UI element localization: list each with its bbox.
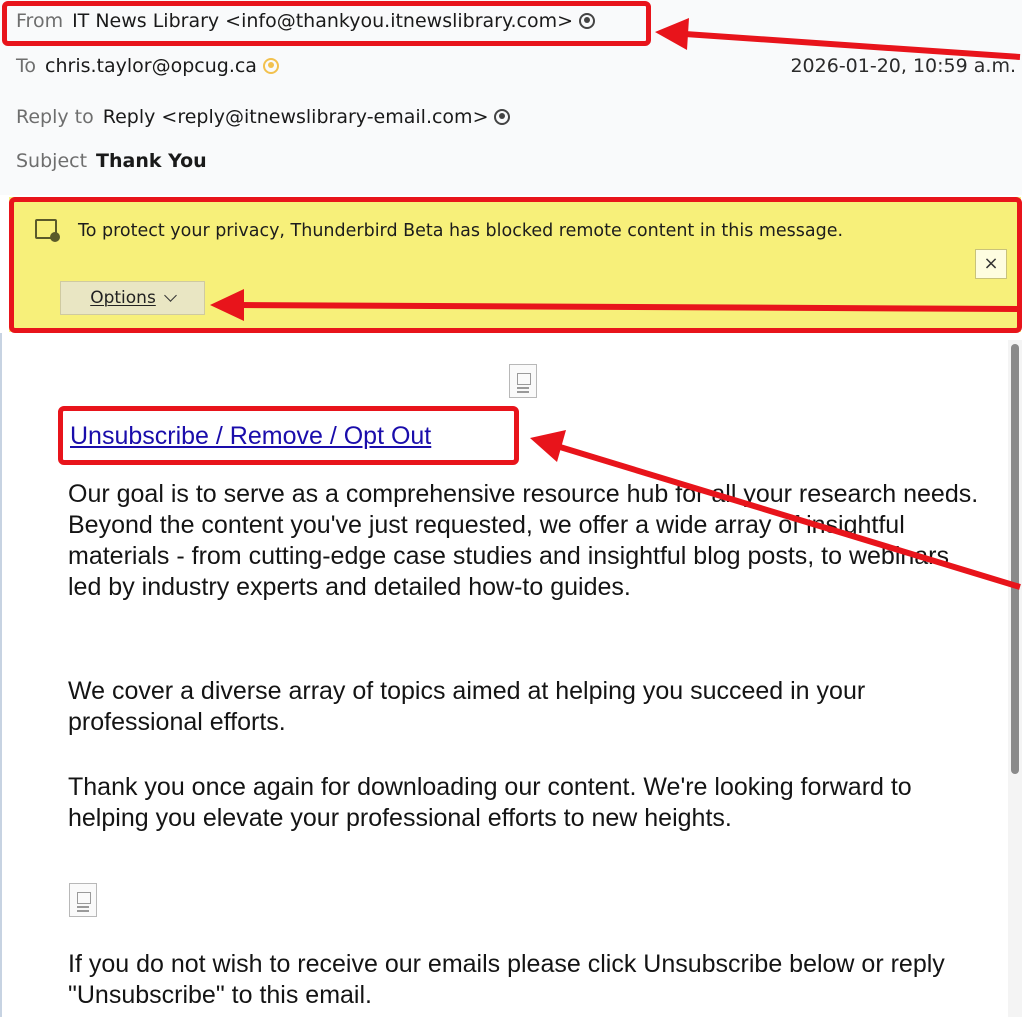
contact-icon[interactable] [579,13,596,29]
body-paragraph: If you do not wish to receive our emails… [68,950,945,1009]
to-label: To [16,55,37,77]
banner-close-button[interactable]: × [975,249,1007,279]
message-date: 2026-01-20, 10:59 a.m. [790,55,1016,77]
body-paragraph: We cover a diverse array of topics aimed… [68,677,866,736]
remote-content-banner: To protect your privacy, Thunderbird Bet… [9,197,1021,332]
image-placeholder-icon [509,364,537,398]
contact-icon[interactable] [262,58,279,74]
subject-value: Thank You [96,150,207,172]
from-value[interactable]: IT News Library <info@thankyou.itnewslib… [72,10,573,32]
options-label: Options [90,288,156,308]
scrollbar[interactable] [1008,340,1022,1017]
from-label: From [16,10,64,32]
from-row: From IT News Library <info@thankyou.itnew… [16,10,596,32]
banner-message: To protect your privacy, Thunderbird Bet… [78,221,844,241]
body-paragraph: Our goal is to serve as a comprehensive … [68,480,979,601]
subject-row: Subject Thank You [16,150,207,172]
scrollbar-thumb[interactable] [1011,344,1019,774]
subject-label: Subject [16,150,88,172]
body-paragraph: Thank you once again for downloading our… [68,773,912,832]
reply-to-label: Reply to [16,106,94,128]
image-placeholder-icon [69,883,97,917]
contact-icon[interactable] [494,109,511,125]
reply-to-row: Reply to Reply <reply@itnewslibrary-email… [16,106,511,128]
unsubscribe-link[interactable]: Unsubscribe / Remove / Opt Out [70,422,431,451]
reply-to-value[interactable]: Reply <reply@itnewslibrary-email.com> [103,106,489,128]
to-row: To chris.taylor@opcug.ca [16,55,279,77]
to-value[interactable]: chris.taylor@opcug.ca [45,55,257,77]
options-button[interactable]: Options [60,281,205,315]
message-header: From IT News Library <info@thankyou.itnew… [0,0,1022,195]
remote-content-icon [35,219,60,242]
chevron-down-icon [163,289,177,302]
